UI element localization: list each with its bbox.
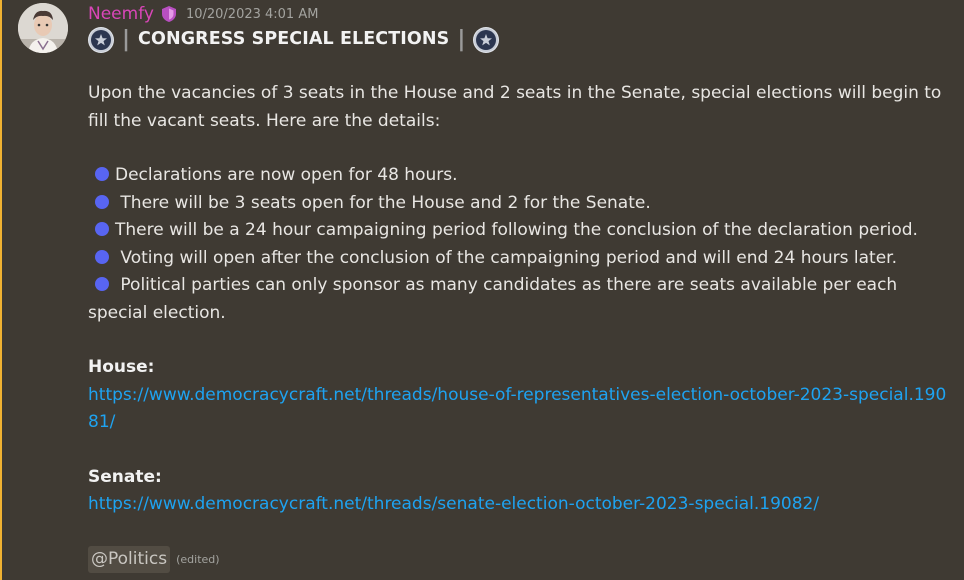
senate-label: Senate:: [88, 466, 162, 487]
message-header: Neemfy 10/20/2023 4:01 AM: [88, 3, 318, 25]
list-item-text: Voting will open after the conclusion of…: [115, 247, 898, 268]
shield-icon[interactable]: [160, 5, 178, 23]
blue-circle-icon: [95, 194, 109, 209]
list-item-text: There will be a 24 hour campaigning peri…: [115, 220, 918, 240]
house-label: House:: [88, 357, 155, 377]
star-seal-icon[interactable]: [88, 27, 114, 53]
intro-text: Upon the vacancies of 3 seats in the Hou…: [88, 83, 942, 131]
role-mention[interactable]: @Politics: [88, 545, 171, 573]
house-section: House: https://www.democracycraft.net/th…: [88, 354, 948, 437]
senate-election-link[interactable]: https://www.democracycraft.net/threads/s…: [88, 494, 819, 514]
star-seal-icon[interactable]: [473, 27, 500, 53]
title-line: | CONGRESS SPECIAL ELECTIONS |: [88, 25, 948, 55]
list-item: Political parties can only sponsor as ma…: [88, 272, 948, 327]
timestamp[interactable]: 10/20/2023 4:01 AM: [186, 7, 319, 22]
house-election-link[interactable]: https://www.democracycraft.net/threads/h…: [88, 385, 946, 433]
list-item: Declarations are now open for 48 hours.: [88, 162, 948, 190]
list-item: There will be 3 seats open for the House…: [88, 190, 948, 218]
list-item-text: There will be 3 seats open for the House…: [115, 192, 651, 213]
mention-line: @Politics (edited): [88, 545, 948, 574]
avatar[interactable]: [18, 3, 68, 53]
blue-circle-icon: [95, 249, 109, 264]
message-title: CONGRESS SPECIAL ELECTIONS: [138, 29, 450, 50]
title-divider: |: [122, 27, 131, 53]
username[interactable]: Neemfy: [88, 4, 154, 24]
message-content: | CONGRESS SPECIAL ELECTIONS | Upon the …: [88, 25, 948, 573]
edited-indicator[interactable]: (edited): [176, 546, 219, 574]
list-item-text: Political parties can only sponsor as ma…: [88, 275, 898, 323]
chat-message: Neemfy 10/20/2023 4:01 AM | CONGRESS SPE…: [0, 0, 964, 580]
avatar-image: [18, 3, 68, 53]
senate-section: Senate: https://www.democracycraft.net/t…: [88, 464, 948, 519]
list-item-text: Declarations are now open for 48 hours.: [115, 165, 458, 185]
list-item: Voting will open after the conclusion of…: [88, 245, 948, 273]
title-divider: |: [457, 27, 466, 53]
blue-circle-icon: [95, 167, 109, 181]
details-list: Declarations are now open for 48 hours. …: [88, 162, 948, 327]
blue-circle-icon: [95, 222, 109, 236]
blue-circle-icon: [95, 277, 109, 291]
list-item: There will be a 24 hour campaigning peri…: [88, 217, 948, 245]
